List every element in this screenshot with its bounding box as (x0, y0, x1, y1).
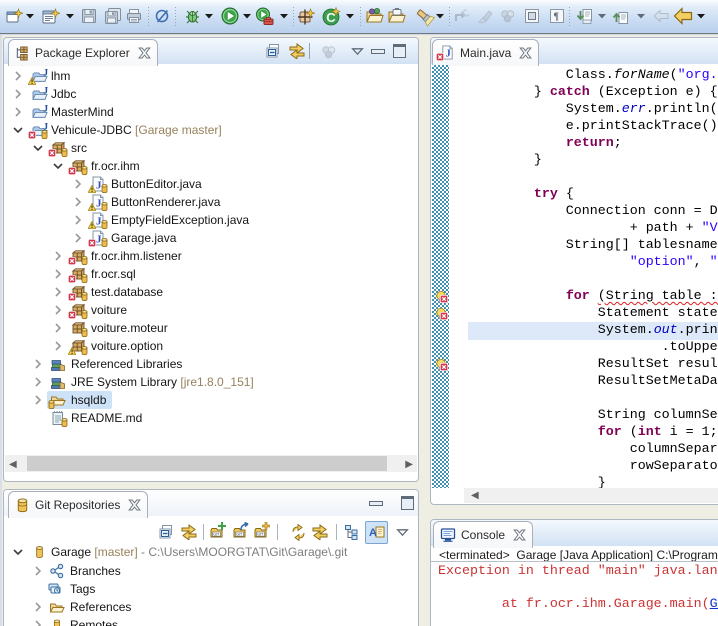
svg-text:A: A (369, 527, 377, 539)
svg-text:¶: ¶ (554, 12, 559, 23)
